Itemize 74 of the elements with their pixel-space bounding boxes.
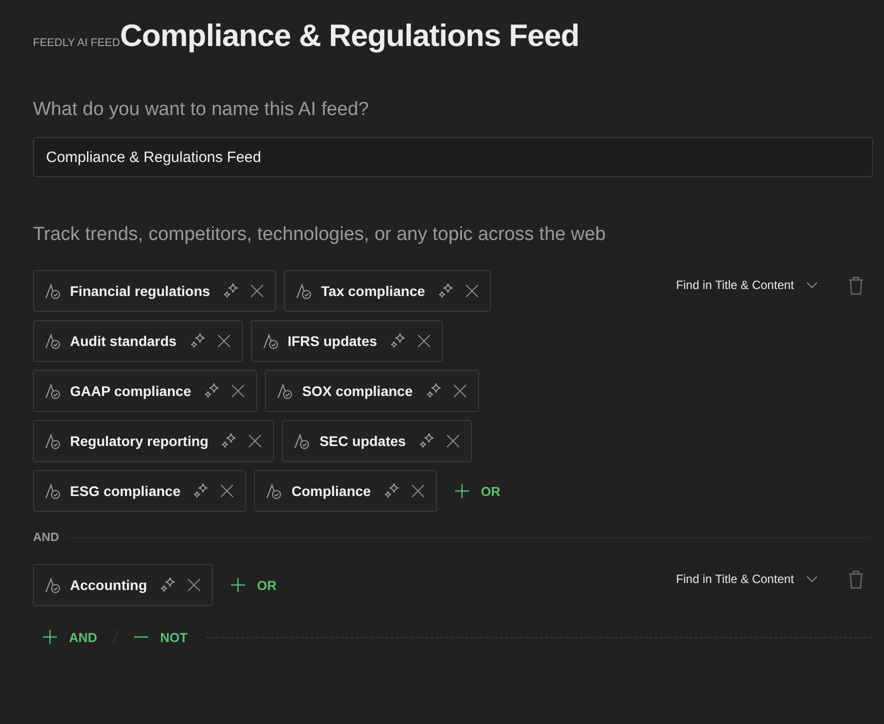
sparkle-icon[interactable] [203, 382, 222, 400]
keyword-text: Compliance [291, 483, 371, 499]
sparkle-icon[interactable] [437, 282, 456, 300]
plus-icon [231, 578, 245, 592]
close-icon[interactable] [220, 484, 234, 498]
ai-check-icon [44, 432, 62, 450]
page-eyebrow: FEEDLY AI FEED [33, 37, 120, 49]
keyword-chip[interactable]: Compliance [254, 470, 437, 512]
keyword-text: Accounting [70, 577, 147, 593]
close-icon[interactable] [410, 484, 425, 498]
sparkle-icon[interactable] [424, 382, 443, 400]
sparkle-icon[interactable] [220, 432, 238, 450]
keyword-chip[interactable]: Accounting [33, 564, 213, 606]
sparkle-icon[interactable] [222, 282, 240, 300]
ai-check-icon [293, 432, 312, 450]
keyword-text: SEC updates [319, 433, 406, 449]
keyword-text: Audit standards [70, 333, 177, 349]
keyword-text: Regulatory reporting [70, 433, 208, 449]
ai-check-icon [44, 332, 62, 350]
plus-icon [454, 484, 469, 498]
ai-check-icon [262, 332, 280, 350]
keyword-chip[interactable]: Financial regulations [33, 270, 276, 312]
sparkle-icon[interactable] [389, 332, 408, 350]
ai-check-icon [44, 576, 62, 594]
ai-check-icon [44, 382, 62, 400]
add-or-button[interactable]: OR [221, 564, 286, 606]
ai-check-icon [44, 482, 62, 500]
sparkle-icon[interactable] [188, 332, 207, 350]
add-or-button[interactable]: OR [444, 470, 510, 512]
name-question: What do you want to name this AI feed? [33, 99, 369, 121]
scope-dropdown[interactable]: Find in Title & Content [676, 572, 818, 586]
keyword-text: Tax compliance [321, 283, 426, 299]
keyword-chip[interactable]: Regulatory reporting [33, 420, 274, 462]
close-icon[interactable] [216, 334, 231, 348]
page-title: Compliance & Regulations Feed [120, 18, 580, 54]
close-icon[interactable] [446, 434, 460, 448]
name-input-field[interactable]: Compliance & Regulations Feed [33, 137, 873, 177]
ai-check-icon [44, 282, 62, 300]
close-icon[interactable] [250, 284, 264, 298]
scope-dropdown[interactable]: Find in Title & Content [676, 278, 818, 292]
track-prompt: Track trends, competitors, technologies, or any topic across the web [33, 224, 606, 246]
and-separator-label: AND [33, 530, 59, 544]
close-icon[interactable] [452, 384, 467, 398]
sparkle-icon[interactable] [159, 576, 177, 594]
keyword-text: GAAP compliance [70, 383, 192, 399]
keyword-chip[interactable]: Tax compliance [284, 270, 492, 312]
keyword-text: ESG compliance [70, 483, 180, 499]
keyword-chip[interactable]: GAAP compliance [33, 370, 258, 412]
chevron-down-icon [806, 575, 818, 583]
keyword-chip[interactable]: ESG compliance [33, 470, 246, 512]
keyword-chip[interactable]: SEC updates [282, 420, 472, 462]
add-and-button[interactable]: AND [33, 616, 108, 658]
ai-check-icon [276, 382, 294, 400]
trash-icon[interactable] [848, 570, 864, 588]
sparkle-icon[interactable] [192, 482, 210, 500]
plus-icon [43, 630, 57, 644]
keyword-text: IFRS updates [288, 333, 378, 349]
close-icon[interactable] [187, 578, 201, 592]
close-icon[interactable] [465, 284, 480, 298]
keyword-chip[interactable]: SOX compliance [265, 370, 479, 412]
keyword-chip[interactable]: Audit standards [33, 320, 243, 362]
keyword-chip[interactable]: IFRS updates [250, 320, 444, 362]
trash-icon[interactable] [848, 276, 864, 294]
sparkle-icon[interactable] [382, 482, 401, 500]
ai-check-icon [295, 282, 314, 300]
close-icon[interactable] [417, 334, 432, 348]
keyword-text: Financial regulations [70, 283, 210, 299]
chevron-down-icon [806, 281, 818, 289]
ai-check-icon [265, 482, 284, 500]
add-not-button[interactable]: NOT [124, 616, 198, 658]
keyword-text: SOX compliance [302, 383, 413, 399]
sparkle-icon[interactable] [418, 432, 436, 450]
close-icon[interactable] [231, 384, 246, 398]
close-icon[interactable] [248, 434, 262, 448]
